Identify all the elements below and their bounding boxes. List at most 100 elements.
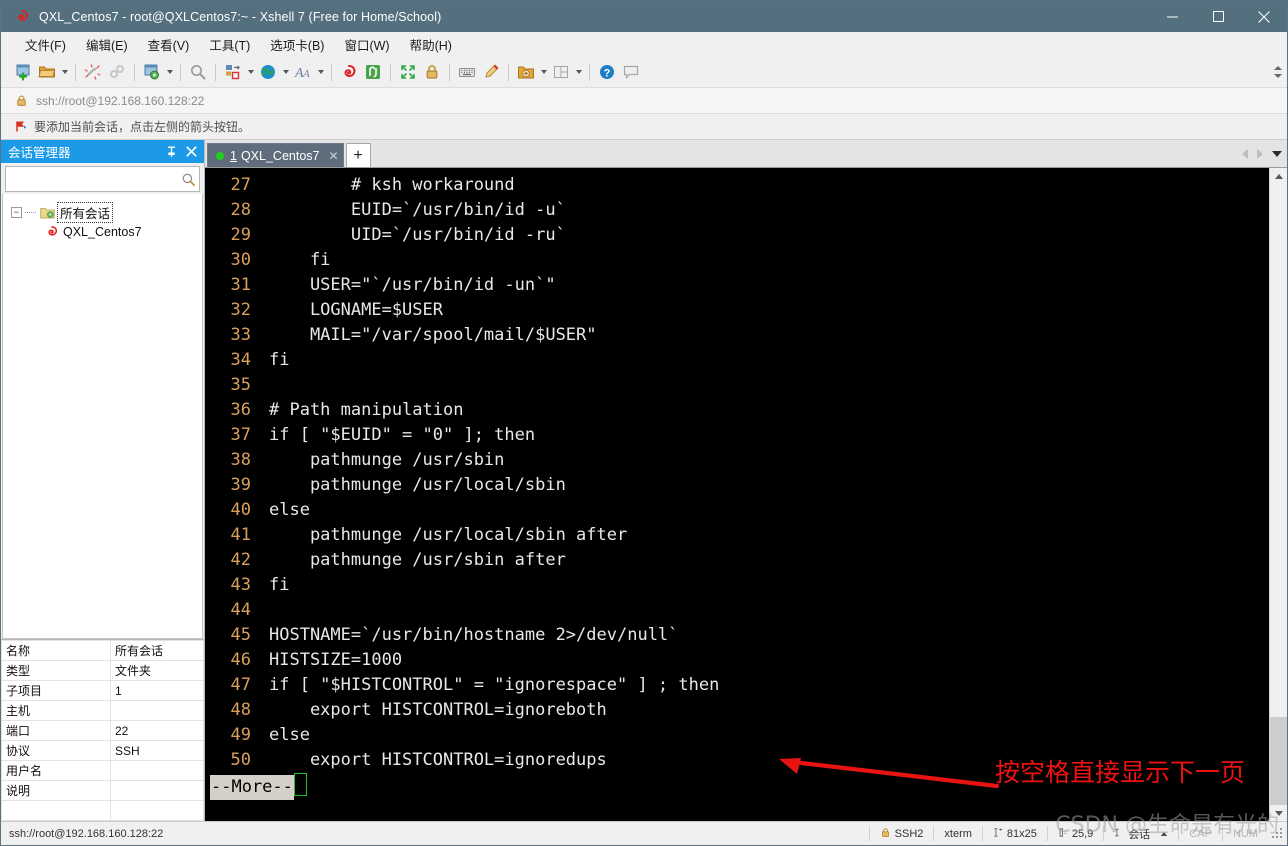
feedback-icon[interactable] (619, 60, 643, 84)
layout-icon[interactable] (549, 60, 573, 84)
xshell-icon[interactable] (337, 60, 361, 84)
session-properties-dropdown-arrow-icon[interactable] (164, 60, 175, 84)
menu-help[interactable]: 帮助(H) (400, 32, 462, 57)
maximize-button[interactable] (1195, 1, 1241, 32)
browser-dropdown-arrow-icon[interactable] (280, 60, 291, 84)
status-protocol[interactable]: SSH2 (870, 822, 934, 845)
status-session[interactable]: 会话 (1104, 822, 1178, 845)
tree-expander-icon[interactable]: − (11, 207, 22, 218)
tree-node-qxl-centos7[interactable]: QXL_Centos7 (3, 222, 202, 241)
terminal-line-text: fi (269, 250, 331, 270)
window-controls (1149, 1, 1287, 32)
open-folder-dropdown-arrow-icon[interactable] (59, 60, 70, 84)
terminal-line-number: 43 (230, 575, 251, 595)
toolbar-overflow-scroller[interactable] (1272, 57, 1284, 87)
font-icon[interactable]: A A (291, 60, 315, 84)
tree-node-all-sessions[interactable]: − 所有会话 (3, 202, 202, 223)
status-num: NUM (1223, 822, 1268, 845)
menu-tools[interactable]: 工具(T) (199, 32, 260, 57)
compose-icon[interactable] (514, 60, 538, 84)
terminal-line-text: # Path manipulation (269, 400, 464, 420)
status-size[interactable]: 81x25 (983, 822, 1047, 845)
new-session-icon[interactable] (11, 60, 35, 84)
find-icon[interactable] (186, 60, 210, 84)
terminal-line: 36 # Path manipulation (205, 398, 1269, 423)
terminal-line: 35 (205, 373, 1269, 398)
close-icon[interactable]: ✕ (328, 149, 338, 163)
chevron-down-icon[interactable] (1272, 150, 1282, 157)
terminal-line: 34 fi (205, 348, 1269, 373)
connect-icon[interactable] (81, 60, 105, 84)
tab-nav-controls (1242, 140, 1287, 167)
menu-window[interactable]: 窗口(W) (334, 32, 399, 57)
close-button[interactable] (1241, 1, 1287, 32)
terminal-line-text: EUID=`/usr/bin/id -u` (269, 200, 566, 220)
address-bar[interactable]: ssh://root@192.168.160.128:22 (1, 87, 1287, 114)
toolbar-separator (589, 63, 590, 81)
xftp-icon[interactable] (361, 60, 385, 84)
terminal-screen[interactable]: 27 # ksh workaround 28 EUID=`/usr/bin/id … (205, 168, 1269, 821)
fullscreen-icon[interactable] (396, 60, 420, 84)
tree-node-label[interactable]: 所有会话 (56, 202, 114, 223)
terminal-line: 46 HISTSIZE=1000 (205, 648, 1269, 673)
terminal-line-number: 45 (230, 625, 251, 645)
transfer-icon[interactable] (221, 60, 245, 84)
session-properties-icon[interactable] (140, 60, 164, 84)
close-icon[interactable] (186, 146, 197, 157)
folder-icon (38, 206, 56, 220)
menu-tabs[interactable]: 选项卡(B) (260, 32, 334, 57)
toolbar-scroll-down-icon[interactable] (1274, 74, 1282, 78)
transfer-dropdown-arrow-icon[interactable] (245, 60, 256, 84)
compose-dropdown-arrow-icon[interactable] (538, 60, 549, 84)
session-tree[interactable]: − 所有会话 QXL_Centos7 (2, 194, 203, 639)
scroll-down-button[interactable] (1270, 805, 1287, 821)
menu-view[interactable]: 查看(V) (138, 32, 200, 57)
toolbar-separator (390, 63, 391, 81)
browser-icon[interactable] (256, 60, 280, 84)
search-icon[interactable] (177, 172, 199, 187)
chevron-right-icon[interactable] (1257, 148, 1263, 159)
terminal-line-number: 44 (230, 600, 251, 620)
tab-qxl-centos7[interactable]: 1 QXL_Centos7 ✕ (207, 143, 344, 167)
toolbar-separator (134, 63, 135, 81)
highlight-icon[interactable] (479, 60, 503, 84)
toolbar-separator (449, 63, 450, 81)
title-bar: QXL_Centos7 - root@QXLCentos7:~ - Xshell… (1, 1, 1287, 32)
address-url[interactable]: ssh://root@192.168.160.128:22 (36, 94, 204, 108)
menu-file[interactable]: 文件(F) (15, 32, 76, 57)
toolbar-separator (331, 63, 332, 81)
lock-icon[interactable] (420, 60, 444, 84)
property-key: 说明 (1, 780, 111, 801)
terminal-line-number: 33 (230, 325, 251, 345)
help-icon[interactable]: ? (595, 60, 619, 84)
session-search-box[interactable] (5, 166, 200, 192)
tree-node-label[interactable]: QXL_Centos7 (63, 225, 142, 239)
menu-edit[interactable]: 编辑(E) (76, 32, 138, 57)
chevron-up-icon[interactable] (1160, 828, 1168, 840)
disconnect-icon[interactable] (105, 60, 129, 84)
search-input[interactable] (6, 168, 177, 190)
terminal-line-number: 31 (230, 275, 251, 295)
open-folder-icon[interactable] (35, 60, 59, 84)
terminal-line-number: 48 (230, 700, 251, 720)
lock-icon (880, 827, 891, 841)
scroll-up-button[interactable] (1270, 168, 1287, 184)
toolbar-scroll-up-icon[interactable] (1274, 66, 1282, 70)
keyboard-icon[interactable] (455, 60, 479, 84)
scrollbar-track[interactable] (1270, 184, 1287, 805)
new-tab-button[interactable]: + (345, 143, 371, 167)
layout-dropdown-arrow-icon[interactable] (573, 60, 584, 84)
terminal-scrollbar[interactable] (1269, 168, 1287, 821)
status-cursor-position[interactable]: 25,9 (1048, 822, 1103, 845)
toolbar-separator (215, 63, 216, 81)
chevron-left-icon[interactable] (1242, 148, 1248, 159)
resize-grip[interactable] (1272, 827, 1284, 840)
property-key: 主机 (1, 700, 111, 721)
terminal-line-text: USER="`/usr/bin/id -un`" (269, 275, 556, 295)
font-dropdown-arrow-icon[interactable] (315, 60, 326, 84)
pin-icon[interactable] (166, 146, 177, 158)
scrollbar-thumb[interactable] (1270, 717, 1287, 805)
minimize-button[interactable] (1149, 1, 1195, 32)
status-terminal-type[interactable]: xterm (934, 822, 982, 845)
property-value: 文件夹 (110, 660, 204, 681)
